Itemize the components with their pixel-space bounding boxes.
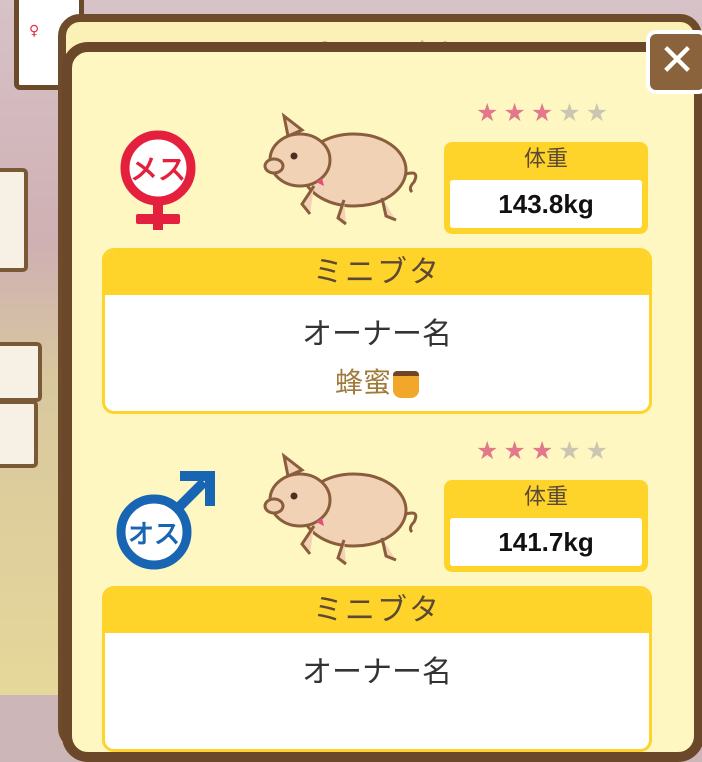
owner-name: 蜂蜜 [105, 361, 649, 401]
weight-value: 141.7kg [450, 518, 642, 566]
stars-empty: ★★ [558, 436, 614, 465]
pig-list-dialog: ★★★★★ メス 体重 143.8kg ミニブタ オーナー名 蜂蜜 ★★★★★ … [62, 42, 702, 762]
male-symbol-icon: オス [110, 470, 215, 570]
stars-empty: ★★ [558, 98, 614, 127]
breed-label: ミニブタ [105, 251, 649, 295]
gender-label: メス [130, 153, 186, 186]
fence-rail [0, 342, 42, 402]
owner-label: オーナー名 [302, 655, 452, 690]
female-symbol-icon: メス [110, 128, 210, 230]
weight-label: 体重 [523, 147, 568, 172]
pig-info-box: ミニブタ オーナー名 蜂蜜 [102, 248, 652, 414]
weight-value: 143.8kg [450, 180, 642, 228]
close-button[interactable]: ✕ [646, 30, 702, 94]
rating-stars: ★★★★★ [476, 98, 656, 127]
mini-pig-icon [254, 112, 424, 232]
owner-label: オーナー名 [302, 317, 452, 352]
rating-stars: ★★★★★ [476, 436, 656, 465]
fence-post [0, 168, 28, 272]
fence-rail [0, 400, 38, 468]
weight-box: 体重 141.7kg [444, 480, 648, 572]
stars-filled: ★★★ [476, 98, 559, 127]
background-female-icon: ♀ [29, 23, 40, 39]
weight-box: 体重 143.8kg [444, 142, 648, 234]
weight-label: 体重 [523, 485, 568, 510]
breed-label: ミニブタ [105, 589, 649, 633]
pig-info-box: ミニブタ オーナー名 [102, 586, 652, 752]
gender-label: オス [128, 520, 180, 550]
mini-pig-icon [254, 452, 424, 572]
stars-filled: ★★★ [476, 436, 559, 465]
owner-name-text: 蜂蜜 [334, 366, 391, 399]
honey-pot-icon [393, 370, 419, 398]
